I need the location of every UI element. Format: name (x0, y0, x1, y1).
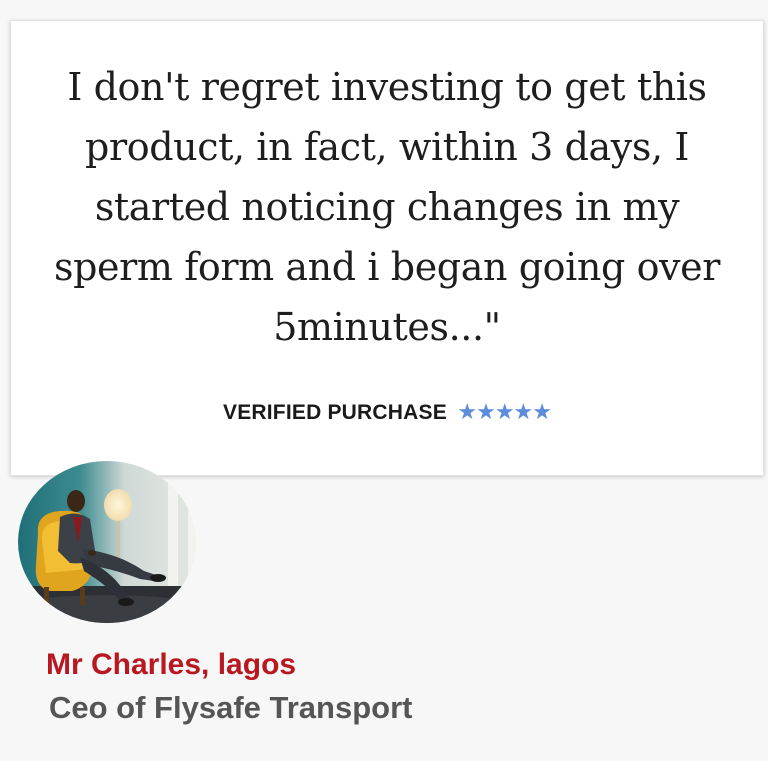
star-rating-icon: ★★★★★ (457, 399, 552, 424)
testimonial-card: I don't regret investing to get this pro… (10, 20, 764, 476)
person-in-chair-photo (18, 461, 196, 623)
author-role: Ceo of Flysafe Transport (49, 690, 413, 725)
author-name: Mr Charles, lagos (46, 648, 297, 681)
verified-purchase-label: VERIFIED PURCHASE (222, 401, 447, 424)
verified-purchase-row: VERIFIED PURCHASE ★★★★★ (11, 399, 763, 425)
avatar (18, 461, 196, 623)
testimonial-quote: I don't regret investing to get this pro… (54, 65, 720, 349)
